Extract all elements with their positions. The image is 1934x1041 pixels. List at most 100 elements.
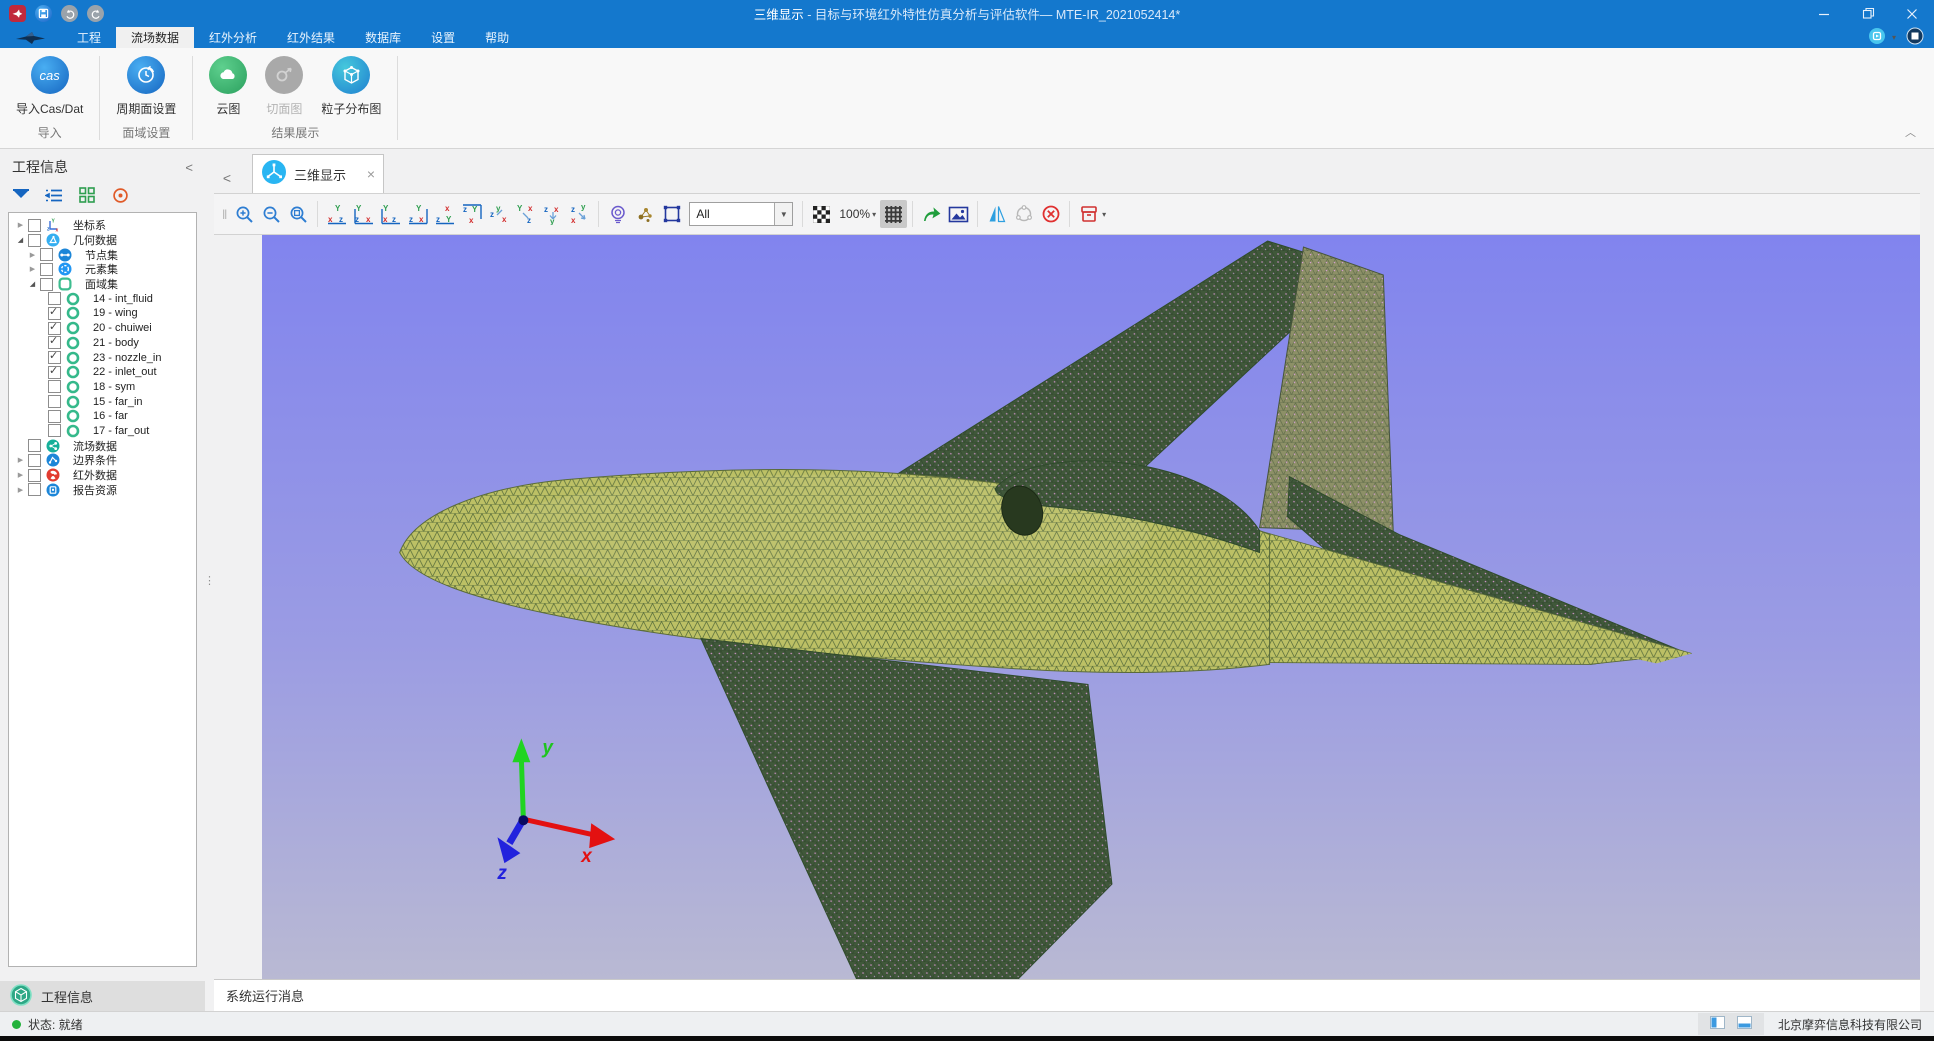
view-back-icon[interactable]: Yzx [350, 200, 377, 228]
view-top-icon[interactable]: xzY [431, 200, 458, 228]
tree-item-face-wing[interactable]: 19 - wing [9, 306, 196, 321]
tree-item-boundary-conditions[interactable]: ▶ 边界条件 [9, 453, 196, 468]
checkbox[interactable] [28, 483, 41, 496]
section-plane-button[interactable]: 切面图 [259, 56, 309, 117]
tree-item-face-nozzle-in[interactable]: 23 - nozzle_in [9, 350, 196, 365]
expander-collapsed-icon[interactable]: ▶ [27, 265, 38, 273]
ribbon-collapse-icon[interactable]: ︿ [1905, 124, 1916, 140]
zoom-fit-icon[interactable] [285, 200, 312, 228]
tab-3d-display[interactable]: 三维显示 × [252, 154, 384, 193]
checkbox-checked[interactable] [48, 366, 61, 379]
mirror-icon[interactable] [983, 200, 1010, 228]
menu-item-flowfield-data[interactable]: 流场数据 [116, 27, 194, 48]
tree-item-geometry-data[interactable]: ◢ 几何数据 [9, 233, 196, 248]
tree-item-coordinate-system[interactable]: ▶ Yzx 坐标系 [9, 218, 196, 233]
view-front-icon[interactable]: Yxz [323, 200, 350, 228]
menu-item-help[interactable]: 帮助 [470, 27, 524, 48]
checkbox[interactable] [48, 292, 61, 305]
contour-cloud-button[interactable]: 云图 [203, 56, 253, 117]
expander-collapsed-icon[interactable]: ▶ [15, 221, 26, 229]
panel-collapse-icon[interactable]: < [185, 160, 193, 175]
view-right-icon[interactable]: Yzx [404, 200, 431, 228]
expander-collapsed-icon[interactable]: ▶ [15, 486, 26, 494]
view-left-icon[interactable]: Yxz [377, 200, 404, 228]
particle-distribution-button[interactable]: 粒子分布图 [315, 56, 387, 117]
redo-icon[interactable] [87, 5, 104, 22]
checkbox[interactable] [28, 219, 41, 232]
tab-close-icon[interactable]: × [367, 166, 375, 182]
locate-target-icon[interactable] [111, 186, 129, 204]
checkbox[interactable] [40, 278, 53, 291]
particle-scatter-icon[interactable] [631, 200, 658, 228]
mesh-grid-toggle-icon[interactable] [880, 200, 907, 228]
menu-item-infrared-analysis[interactable]: 红外分析 [194, 27, 272, 48]
list-outline-icon[interactable] [45, 186, 63, 204]
viewport-3d[interactable]: y x z [262, 235, 1920, 979]
zoom-in-icon[interactable] [231, 200, 258, 228]
tree-item-face-int-fluid[interactable]: 14 - int_fluid [9, 291, 196, 306]
undo-icon[interactable] [61, 5, 78, 22]
view-iso-nw-icon[interactable]: Yxz [512, 200, 539, 228]
project-panel-footer-tab[interactable]: 工程信息 [0, 981, 205, 1011]
tree-item-face-far-out[interactable]: 17 - far_out [9, 424, 196, 439]
tree-item-face-sym[interactable]: 18 - sym [9, 380, 196, 395]
app-airplane-icon[interactable] [9, 5, 26, 22]
menu-item-database[interactable]: 数据库 [350, 27, 416, 48]
minimize-icon[interactable] [1802, 0, 1846, 27]
checkbox[interactable] [28, 439, 41, 452]
checkbox-checked[interactable] [48, 307, 61, 320]
manual-book-icon[interactable] [1906, 27, 1924, 48]
checkbox[interactable] [28, 469, 41, 482]
save-icon[interactable] [35, 5, 52, 22]
checkbox[interactable] [48, 424, 61, 437]
opacity-percent-label[interactable]: 100% [839, 207, 870, 221]
tree-item-flowfield-data[interactable]: 流场数据 [9, 438, 196, 453]
toolbar-grip[interactable]: ‖ [218, 207, 231, 222]
light-source-icon[interactable] [604, 200, 631, 228]
theme-window-icon[interactable] [1868, 27, 1886, 48]
tab-scroll-left-icon[interactable]: < [214, 163, 240, 193]
tree-item-face-inlet-out[interactable]: 22 - inlet_out [9, 365, 196, 380]
view-iso-ne-icon[interactable]: zyx [485, 200, 512, 228]
menu-item-infrared-results[interactable]: 红外结果 [272, 27, 350, 48]
expander-collapsed-icon[interactable]: ▶ [27, 251, 38, 259]
checkbox[interactable] [48, 395, 61, 408]
tree-item-report-resources[interactable]: ▶ 报告资源 [9, 482, 196, 497]
checkbox[interactable] [40, 248, 53, 261]
expander-collapsed-icon[interactable]: ▶ [15, 471, 26, 479]
tree-item-element-set[interactable]: ▶ 元素集 [9, 262, 196, 277]
menu-item-engineering[interactable]: 工程 [62, 27, 116, 48]
checkbox[interactable] [48, 380, 61, 393]
filter-icon[interactable] [12, 186, 30, 204]
combobox-dropdown-icon[interactable]: ▼ [774, 203, 792, 225]
view-iso-se-icon[interactable]: zxy [539, 200, 566, 228]
tree-item-infrared-data[interactable]: ▶ 红外数据 [9, 468, 196, 483]
checkbox[interactable] [48, 410, 61, 423]
tree-item-face-chuiwei[interactable]: 20 - chuiwei [9, 321, 196, 336]
close-window-icon[interactable] [1890, 0, 1934, 27]
archive-box-icon[interactable] [1075, 200, 1102, 228]
select-region-icon[interactable] [658, 200, 685, 228]
view-bottom-icon[interactable]: zYx [458, 200, 485, 228]
display-filter-combobox[interactable]: All ▼ [689, 202, 793, 226]
checkbox[interactable] [40, 263, 53, 276]
tree-item-face-far-in[interactable]: 15 - far_in [9, 394, 196, 409]
tree-item-face-far[interactable]: 16 - far [9, 409, 196, 424]
zoom-out-icon[interactable] [258, 200, 285, 228]
checkbox-checked[interactable] [48, 351, 61, 364]
archive-dropdown-icon[interactable]: ▾ [1102, 210, 1106, 219]
menu-item-settings[interactable]: 设置 [416, 27, 470, 48]
render-sphere-icon[interactable] [1010, 200, 1037, 228]
opacity-dropdown-icon[interactable]: ▾ [872, 210, 876, 219]
screenshot-image-icon[interactable] [945, 200, 972, 228]
expander-expanded-icon[interactable]: ◢ [15, 236, 26, 244]
layout-left-panel-icon[interactable] [1710, 1016, 1725, 1032]
expander-expanded-icon[interactable]: ◢ [27, 280, 38, 288]
clear-cancel-icon[interactable] [1037, 200, 1064, 228]
checkbox[interactable] [28, 454, 41, 467]
checkbox-checked[interactable] [48, 322, 61, 335]
layout-bottom-panel-icon[interactable] [1737, 1016, 1752, 1032]
grid-view-icon[interactable] [78, 186, 96, 204]
import-cas-dat-button[interactable]: cas 导入Cas/Dat [10, 56, 89, 117]
export-arrow-icon[interactable] [918, 200, 945, 228]
